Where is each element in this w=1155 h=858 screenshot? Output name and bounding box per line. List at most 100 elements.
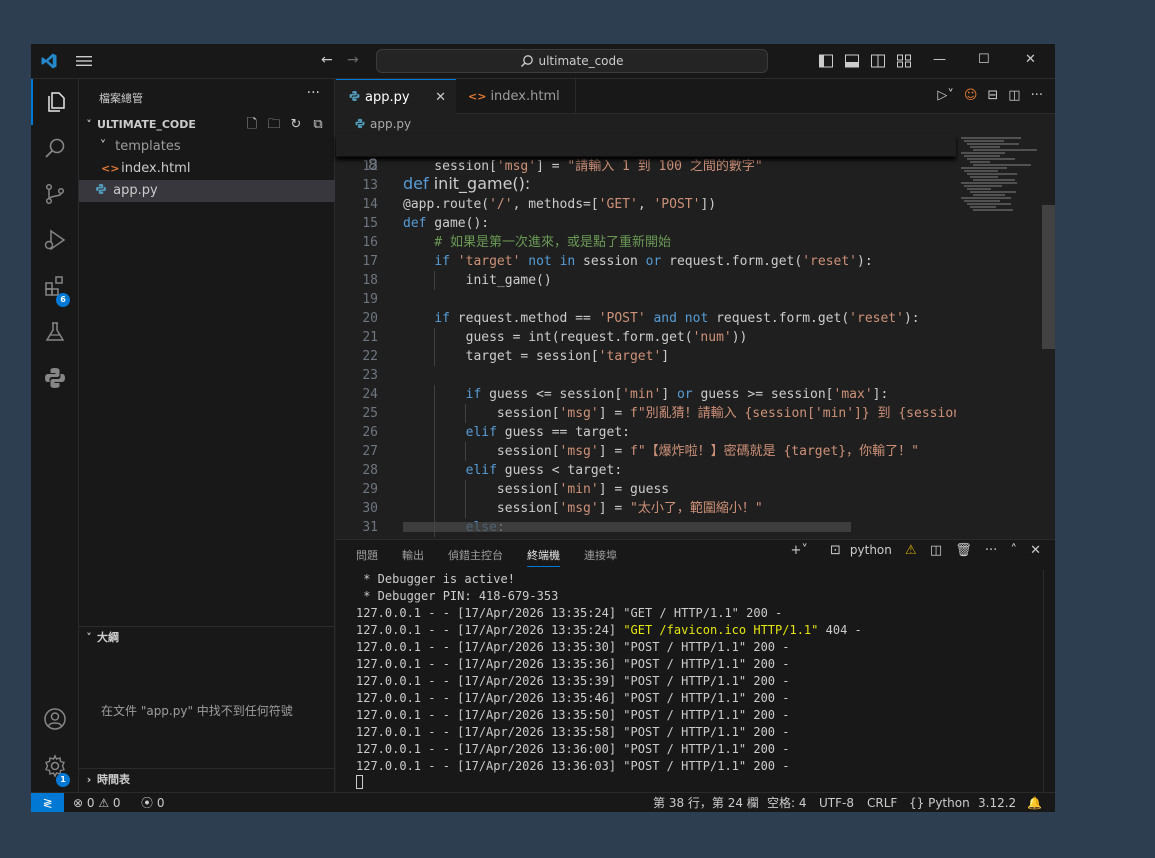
code-text: if request.method == 'POST' and not requ… [434,311,920,326]
tab-ports[interactable]: 連接埠 [584,547,617,563]
code-editor[interactable]: 12 session['msg'] = "請輸入 1 到 100 之間的數字" 1… [336,135,956,539]
extensions-activity[interactable]: 6 [31,263,79,309]
vscode-logo-icon [41,53,57,69]
code-line: 22 target = session['target'] [336,347,956,366]
tree-item-templates[interactable]: ˅ templates [79,136,335,158]
line-number: 28 [362,463,378,478]
tab-terminal[interactable]: 終端機 [527,547,560,567]
command-center-search[interactable]: ultimate_code [376,49,768,73]
code-line: 17 if 'target' not in session or request… [336,252,956,271]
sticky-scroll[interactable]: 8 def init_game(): [336,135,956,193]
tab-output[interactable]: 輸出 [402,547,424,563]
more-actions-icon[interactable]: ··· [307,85,320,101]
terminal-line: 127.0.0.1 - - [17/Apr/2026 13:35:36] "PO… [356,657,790,671]
timeline-header[interactable]: › 時間表 [79,768,335,790]
new-terminal-icon[interactable]: +˅ [790,543,807,558]
tree-item-index-html[interactable]: <> index.html [79,158,335,180]
outline-title: 大綱 [97,631,119,644]
error-count: ⊗ 0 [73,796,95,810]
remote-icon: ≷ [42,796,53,810]
code-text: elif guess == target: [465,425,630,440]
copilot-icon[interactable]: ☺ [964,88,978,103]
maximize-button[interactable]: ☐ [978,52,990,67]
problems-status[interactable]: ⊗ 0 ⚠ 0 [73,793,121,812]
toggle-panel-icon[interactable] [844,53,860,69]
tab-app-py[interactable]: app.py ✕ [336,79,456,114]
code-line: 24 if guess <= session['min'] or guess >… [336,385,956,404]
tree-item-label: index.html [121,161,191,176]
tab-index-html[interactable]: <> index.html [456,79,576,114]
new-folder-icon[interactable]: 🗀 [263,114,285,136]
terminal-scrollbar[interactable] [1043,570,1055,793]
split-terminal-icon[interactable]: ◫ [930,543,942,558]
editor-actions: ▷˅ ☺ ⊟ ◫ ··· [927,88,1043,103]
minimap-line [964,140,1004,142]
terminal-selector[interactable]: ⊡ python ⚠ [821,543,917,558]
notifications-bell-icon[interactable]: 🔔 [1027,793,1042,812]
search-activity[interactable] [31,125,79,171]
code-line: 30 session['msg'] = "太小了，範圍縮小！" [336,499,956,518]
python-activity[interactable] [31,355,79,401]
accounts-activity[interactable] [31,696,79,742]
python-file-icon [355,118,365,129]
panel-tools: +˅ ⊡ python ⚠ ◫ 🗑 ··· ˄ ✕ [781,543,1041,558]
code-text: session['msg'] = f"【爆炸啦！】密碼就是 {target}，你… [403,444,919,459]
minimap-line [970,191,1016,193]
remote-indicator[interactable]: ≷ [31,793,64,812]
search-icon [45,138,65,158]
indent-guide [434,499,436,518]
language-status[interactable]: {} Python [909,793,970,812]
code-text: @app.route('/', methods=['GET', 'POST']) [403,197,717,212]
split-editor-icon[interactable]: ◫ [1008,88,1020,103]
explorer-activity[interactable] [31,79,79,125]
line-number: 30 [362,501,378,516]
line-number: 21 [362,330,378,345]
manage-activity[interactable]: 1 [31,743,79,789]
close-button[interactable]: ✕ [1025,52,1036,67]
collapse-all-icon[interactable]: ⧉ [307,114,329,136]
breadcrumb[interactable]: app.py [354,117,411,131]
minimap-line [964,200,1000,202]
maximize-panel-icon[interactable]: ˄ [1010,543,1017,558]
refresh-icon[interactable]: ↻ [285,114,307,136]
run-debug-activity[interactable] [31,217,79,263]
line-number: 17 [362,254,378,269]
toggle-primary-sidebar-icon[interactable] [818,53,834,69]
close-tab-icon[interactable]: ✕ [435,80,446,115]
new-file-icon[interactable]: 🗋 [241,114,263,136]
more-actions-icon[interactable]: ··· [1031,88,1043,103]
back-arrow-icon[interactable]: ← [321,52,333,68]
minimize-button[interactable]: — [933,52,946,67]
warning-icon: ⚠ [905,543,917,558]
folder-header[interactable]: ˅ ULTIMATE_CODE 🗋 🗀 ↻ ⧉ [79,114,335,136]
tree-item-app-py[interactable]: app.py [79,180,335,202]
open-preview-icon[interactable]: ⊟ [987,88,998,103]
minimap-line [961,137,1021,139]
terminal-prompt [356,775,862,792]
customize-layout-icon[interactable] [896,53,912,69]
horizontal-scrollbar[interactable] [403,522,851,532]
toggle-secondary-sidebar-icon[interactable] [870,53,886,69]
source-control-activity[interactable] [31,171,79,217]
ports-status[interactable]: ⦿ 0 [141,793,164,812]
indentation-status[interactable]: 空格: 4 [767,793,807,812]
encoding-status[interactable]: UTF-8 [819,793,854,812]
trash-icon[interactable]: 🗑 [955,543,972,558]
testing-activity[interactable] [31,309,79,355]
run-python-icon[interactable]: ▷˅ [937,88,954,103]
eol-status[interactable]: CRLF [867,793,897,812]
terminal-output[interactable]: * Debugger is active! * Debugger PIN: 41… [356,571,862,792]
more-actions-icon[interactable]: ··· [985,543,997,558]
forward-arrow-icon[interactable]: → [347,52,359,68]
menu-icon[interactable] [75,53,93,69]
minimap-line [967,143,1019,145]
tab-problems[interactable]: 問題 [356,547,378,563]
vertical-scrollbar[interactable] [1042,205,1055,349]
close-panel-icon[interactable]: ✕ [1030,543,1041,558]
code-text: session['min'] = guess [403,482,670,497]
python-version-status[interactable]: 3.12.2 [978,793,1016,812]
tab-debug-console[interactable]: 偵錯主控台 [448,547,503,563]
outline-header[interactable]: ˅ 大綱 [79,626,335,648]
minimap[interactable] [961,135,1041,221]
cursor-position[interactable]: 第 38 行，第 24 欄 [653,793,759,812]
